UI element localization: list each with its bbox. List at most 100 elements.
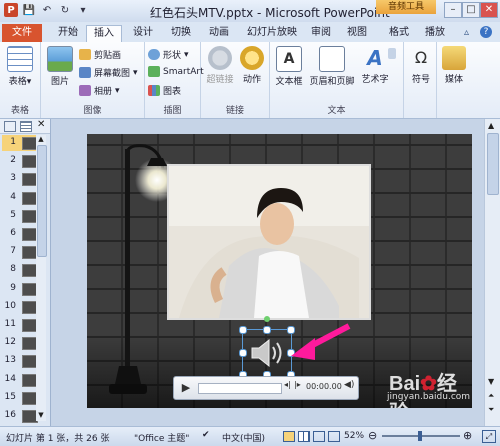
zoom-in-icon[interactable]: ⊕ [463,429,472,442]
group-images: 图片 剪贴画 屏幕截图 ▾ 相册 ▾ 图像 [41,42,145,118]
tab-design[interactable]: 设计 [128,25,158,41]
album-button[interactable]: 相册 ▾ [79,84,120,97]
speaker-icon [251,338,282,368]
slide-vertical-scrollbar[interactable]: ▲ ▼ ⏶ ⏷ [484,119,500,426]
tab-format[interactable]: 格式 [384,25,414,41]
media-label: 媒体 [444,75,463,85]
clipart-icon [79,49,91,60]
spellcheck-icon[interactable]: ✔ [202,430,210,440]
close-panel-icon[interactable]: ✕ [37,119,45,130]
resize-handle[interactable] [239,349,247,357]
undo-icon[interactable]: ↶ [40,3,54,17]
group-text: A 文本框 页眉和页脚 A 艺术字 文本 [270,42,404,118]
normal-view-icon[interactable] [283,431,295,442]
slide-photo[interactable] [167,164,371,320]
symbol-button[interactable]: Ω 符号 [404,46,438,85]
slide-number: 11 [4,319,16,329]
rotate-handle[interactable] [264,316,270,322]
language-indicator[interactable]: 中文(中国) [222,431,265,444]
tab-transitions[interactable]: 切换 [166,25,196,41]
slide-number: 7 [10,246,16,257]
previous-slide-icon[interactable]: ⏶ [488,391,494,401]
clipart-label: 剪贴画 [94,51,122,61]
tab-playback[interactable]: 播放 [420,25,450,41]
table-label: 表格 [8,77,27,87]
smartart-button[interactable]: SmartArt [148,66,204,77]
outline-tab-icon[interactable] [20,121,32,132]
more-icon [388,48,396,59]
redo-icon[interactable]: ↻ [58,3,72,17]
tab-review[interactable]: 审阅 [306,25,336,41]
fit-to-window-icon[interactable]: ⤢ [482,430,496,443]
slide-number: 8 [10,264,16,275]
slides-scrollbar[interactable]: ▲ ▼ [36,135,47,421]
tab-home[interactable]: 开始 [54,25,82,41]
slide-number: 3 [10,173,16,184]
header-footer-button[interactable]: 页眉和页脚 [306,46,358,87]
pointer-arrow-icon [291,323,351,360]
maximize-button[interactable]: □ [462,2,480,18]
zoom-slider[interactable] [382,431,460,441]
table-button[interactable]: 表格▾ [3,46,37,87]
tab-file[interactable]: 文件 [2,24,42,42]
hyperlink-icon [208,46,232,70]
scroll-thumb[interactable] [487,133,499,195]
text-more-button[interactable] [388,48,396,59]
seek-forward-icon[interactable]: |▸ [294,380,301,389]
ribbon: 表格▾ 表格 图片 剪贴画 屏幕截图 ▾ 相册 ▾ 图像 形状 ▾ SmartArt … [0,42,500,119]
zoom-out-icon[interactable]: ⊖ [368,429,377,442]
play-button[interactable]: ▶ [178,380,194,396]
reading-view-icon[interactable] [313,431,325,442]
picture-icon [47,46,73,72]
audio-progress-track[interactable] [198,383,282,394]
media-button[interactable]: 媒体 [437,46,471,85]
screenshot-icon [79,67,91,78]
zoom-slider-thumb[interactable] [418,431,422,441]
zoom-level[interactable]: 52% [344,431,364,441]
group-links: 超链接 动作 链接 [201,42,270,118]
wordart-button[interactable]: A 艺术字 [358,46,392,85]
picture-label: 图片 [50,77,69,87]
scroll-up-icon[interactable]: ▲ [488,121,494,130]
help-icon[interactable]: ? [480,26,492,38]
group-media: 媒体 [437,42,471,118]
action-button[interactable]: 动作 [235,46,269,85]
clipart-button[interactable]: 剪贴画 [79,48,121,61]
tab-insert[interactable]: 插入 [86,25,122,42]
smartart-label: SmartArt [163,66,204,77]
tab-view[interactable]: 视图 [342,25,372,41]
seek-back-icon[interactable]: ◂| [284,380,291,389]
slide-number: 6 [10,228,16,238]
slide-canvas[interactable]: ▶ ◂| |▸ 00:00.00 ◀) Bai✿经验 jingyan.baidu… [87,134,472,408]
volume-icon[interactable]: ◀) [344,380,354,390]
minimize-button[interactable]: – [444,2,462,18]
slide-number: 1 [10,137,16,147]
scroll-thumb[interactable] [37,145,47,257]
app-icon[interactable]: P [4,3,18,17]
table-icon [7,46,33,72]
status-bar: 幻灯片 第 1 张，共 26 张 "Office 主题" ✔ 中文(中国) 52… [0,426,500,446]
shapes-button[interactable]: 形状 ▾ [148,48,189,61]
close-button[interactable]: ✕ [480,2,498,18]
wordart-icon: A [367,46,383,70]
hyperlink-button[interactable]: 超链接 [203,46,237,85]
scroll-down-icon[interactable]: ▼ [37,411,45,419]
album-icon [79,85,91,96]
tab-animations[interactable]: 动画 [204,25,234,41]
resize-handle[interactable] [239,326,247,334]
save-icon[interactable]: 💾 [22,3,36,17]
chart-button[interactable]: 图表 [148,84,181,97]
tab-slideshow[interactable]: 幻灯片放映 [244,25,300,41]
slideshow-icon[interactable] [328,431,340,442]
textbox-button[interactable]: A 文本框 [272,46,306,87]
slide-sorter-icon[interactable] [298,431,310,442]
minimize-ribbon-icon[interactable]: ▵ [464,27,469,38]
picture-button[interactable]: 图片 [43,46,77,87]
customize-icon[interactable]: ▾ [76,3,90,17]
scroll-up-icon[interactable]: ▲ [37,135,45,143]
screenshot-button[interactable]: 屏幕截图 ▾ [79,66,138,79]
slides-tab-icon[interactable] [4,121,16,132]
resize-handle[interactable] [263,326,271,334]
scroll-down-icon[interactable]: ▼ [488,377,494,386]
next-slide-icon[interactable]: ⏷ [488,405,494,415]
